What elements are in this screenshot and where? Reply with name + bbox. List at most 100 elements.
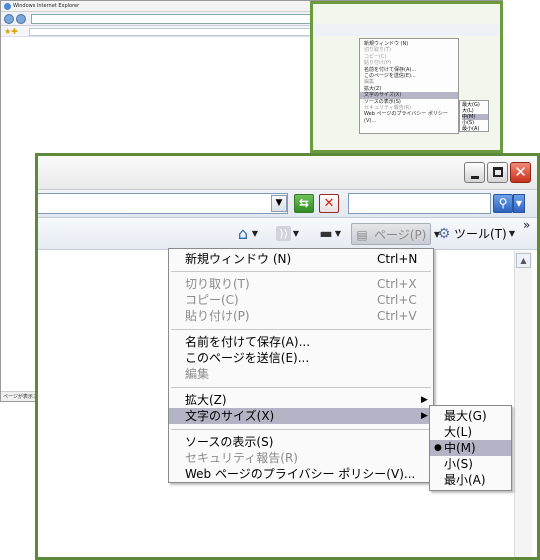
thumbnail-forward-icon (16, 14, 26, 24)
menu-item-copy: コピー(C) Ctrl+C (169, 292, 433, 308)
menu-separator (171, 271, 431, 272)
feeds-button[interactable]: )) ▼ (274, 223, 300, 245)
mini-submenu-item: 最小(A) (462, 126, 480, 132)
close-icon: ✕ (514, 163, 527, 181)
search-input[interactable] (348, 193, 491, 214)
address-dropdown-button[interactable]: ▼ (271, 195, 287, 212)
menu-shortcut: Ctrl+X (377, 277, 417, 291)
menu-item-label: ソースの表示(S) (185, 435, 274, 449)
menu-item-label: 新規ウィンドウ (N) (185, 252, 292, 266)
page-menu-button[interactable]: ▤ ページ(P) ▼ (351, 223, 440, 245)
menu-item-text-size[interactable]: 文字のサイズ(X) ▶ (169, 408, 433, 424)
mini-size-submenu: 最大(G) 大(L) 中(M) 小(S) 最小(A) (459, 100, 489, 132)
menu-item-label: コピー(C) (185, 293, 239, 307)
submenu-item-label: 小(S) (444, 457, 473, 471)
submenu-arrow-icon: ▶ (421, 411, 428, 421)
refresh-button[interactable]: ⇆ (294, 194, 314, 213)
menu-item-send-page[interactable]: このページを送信(E)... (169, 350, 433, 366)
gear-icon: ⚙ (437, 226, 451, 242)
menu-item-label: 拡大(Z) (185, 393, 227, 407)
stop-icon: ✕ (323, 196, 335, 211)
menu-shortcut: Ctrl+N (377, 252, 418, 266)
text-size-submenu: 最大(G) 大(L) ● 中(M) 小(S) 最小(A) (429, 405, 512, 491)
chevron-down-icon: ▼ (515, 199, 523, 208)
thumbnail-tab (29, 28, 319, 36)
menu-item-label: 文字のサイズ(X) (185, 409, 275, 423)
address-bar: ▼ ⇆ ✕ ⚲ ▼ (38, 190, 537, 218)
chevron-down-icon[interactable]: ▼ (293, 223, 299, 245)
minimize-icon (471, 176, 479, 179)
stop-button[interactable]: ✕ (319, 194, 339, 213)
menu-item-new-window[interactable]: 新規ウィンドウ (N) Ctrl+N (169, 251, 433, 267)
maximize-icon (493, 167, 503, 177)
thumbnail-title: Windows Internet Explorer (13, 3, 80, 9)
tools-menu-label: ツール(T) (454, 227, 507, 241)
zoomed-browser-window: ✕ ▼ ⇆ ✕ ⚲ ▼ ⌂ ▼ )) ▼ ▬ ▼ ▤ ページ(P) ▼ ⚙ ツール(T… (35, 153, 540, 560)
scroll-up-button[interactable]: ▲ (516, 253, 531, 268)
ie-icon (4, 3, 11, 10)
submenu-item-larger[interactable]: 大(L) (430, 424, 511, 440)
submenu-item-label: 最小(A) (444, 473, 486, 487)
menu-item-security-report: セキュリティ報告(R) (169, 450, 433, 466)
thumbnail-back-icon (4, 14, 14, 24)
page-dropdown-menu: 新規ウィンドウ (N) Ctrl+N 切り取り(T) Ctrl+X コピー(C)… (168, 248, 434, 483)
vertical-scrollbar[interactable]: ▲ (514, 251, 532, 557)
maximize-button[interactable] (487, 162, 508, 183)
submenu-item-medium[interactable]: ● 中(M) (430, 440, 511, 456)
submenu-item-label: 中(M) (444, 441, 476, 455)
menu-item-privacy-policy[interactable]: Web ページのプライバシー ポリシー(V)... (169, 466, 433, 482)
submenu-item-smaller[interactable]: 小(S) (430, 456, 511, 472)
page-menu-label: ページ(P) (374, 228, 427, 242)
menu-item-paste: 貼り付け(P) Ctrl+V (169, 308, 433, 324)
menu-item-view-source[interactable]: ソースの表示(S) (169, 434, 433, 450)
feeds-icon: )) (276, 226, 291, 241)
search-options-button[interactable]: ▼ (513, 194, 525, 213)
command-bar: ⌂ ▼ )) ▼ ▬ ▼ ▤ ページ(P) ▼ ⚙ ツール(T) ▼ (38, 218, 537, 250)
chevron-down-icon[interactable]: ▼ (252, 223, 258, 245)
mini-page-menu: 新規ウィンドウ (N) 切り取り(T) コピー(C) 貼り付け(P) 名前を付け… (359, 38, 459, 134)
title-bar: ✕ (38, 156, 537, 190)
minimize-button[interactable] (464, 162, 485, 183)
home-button[interactable]: ⌂ ▼ (233, 223, 259, 245)
menu-item-label: 貼り付け(P) (185, 309, 250, 323)
refresh-icon: ⇆ (298, 196, 310, 210)
chevron-down-icon: ▼ (508, 229, 515, 238)
thumbnail-favorites-star-icon: ★✚ (4, 27, 18, 36)
more-commands-button[interactable]: » (523, 218, 530, 232)
address-input[interactable] (38, 193, 288, 214)
menu-item-label: Web ページのプライバシー ポリシー(V)... (185, 467, 416, 481)
search-icon: ⚲ (498, 196, 508, 210)
menu-separator (171, 329, 431, 330)
submenu-item-largest[interactable]: 最大(G) (430, 408, 511, 424)
submenu-item-label: 大(L) (444, 425, 473, 439)
menu-item-edit: 編集 (169, 366, 433, 382)
tools-menu-button[interactable]: ⚙ ツール(T) ▼ (436, 223, 516, 245)
chevron-down-icon: ▼ (275, 198, 283, 208)
page-icon: ▤ (356, 228, 368, 242)
submenu-item-smallest[interactable]: 最小(A) (430, 472, 511, 488)
zoom-region-highlight: 新規ウィンドウ (N) 切り取り(T) コピー(C) 貼り付け(P) 名前を付け… (310, 1, 503, 153)
menu-item-label: セキュリティ報告(R) (185, 451, 298, 465)
close-button[interactable]: ✕ (510, 162, 531, 183)
home-icon: ⌂ (237, 224, 249, 243)
menu-shortcut: Ctrl+V (377, 309, 417, 323)
mini-menu-item: Web ページのプライバシー ポリシー(V)... (364, 111, 448, 124)
search-button[interactable]: ⚲ (493, 194, 513, 213)
submenu-item-label: 最大(G) (444, 409, 487, 423)
menu-item-zoom[interactable]: 拡大(Z) ▶ (169, 392, 433, 408)
print-button[interactable]: ▬ ▼ (316, 223, 342, 245)
menu-separator (171, 387, 431, 388)
menu-item-label: 切り取り(T) (185, 277, 250, 291)
menu-separator (171, 429, 431, 430)
menu-item-label: 名前を付けて保存(A)... (185, 335, 311, 349)
menu-item-save-as[interactable]: 名前を付けて保存(A)... (169, 334, 433, 350)
menu-item-cut: 切り取り(T) Ctrl+X (169, 276, 433, 292)
radio-bullet-icon: ● (434, 443, 442, 453)
menu-item-label: このページを送信(E)... (185, 351, 310, 365)
submenu-arrow-icon: ▶ (421, 395, 428, 405)
chevron-down-icon[interactable]: ▼ (335, 223, 341, 245)
mini-command-bar (313, 24, 500, 36)
menu-item-label: 編集 (185, 367, 210, 381)
print-icon: ▬ (319, 226, 333, 242)
menu-shortcut: Ctrl+C (377, 293, 417, 307)
